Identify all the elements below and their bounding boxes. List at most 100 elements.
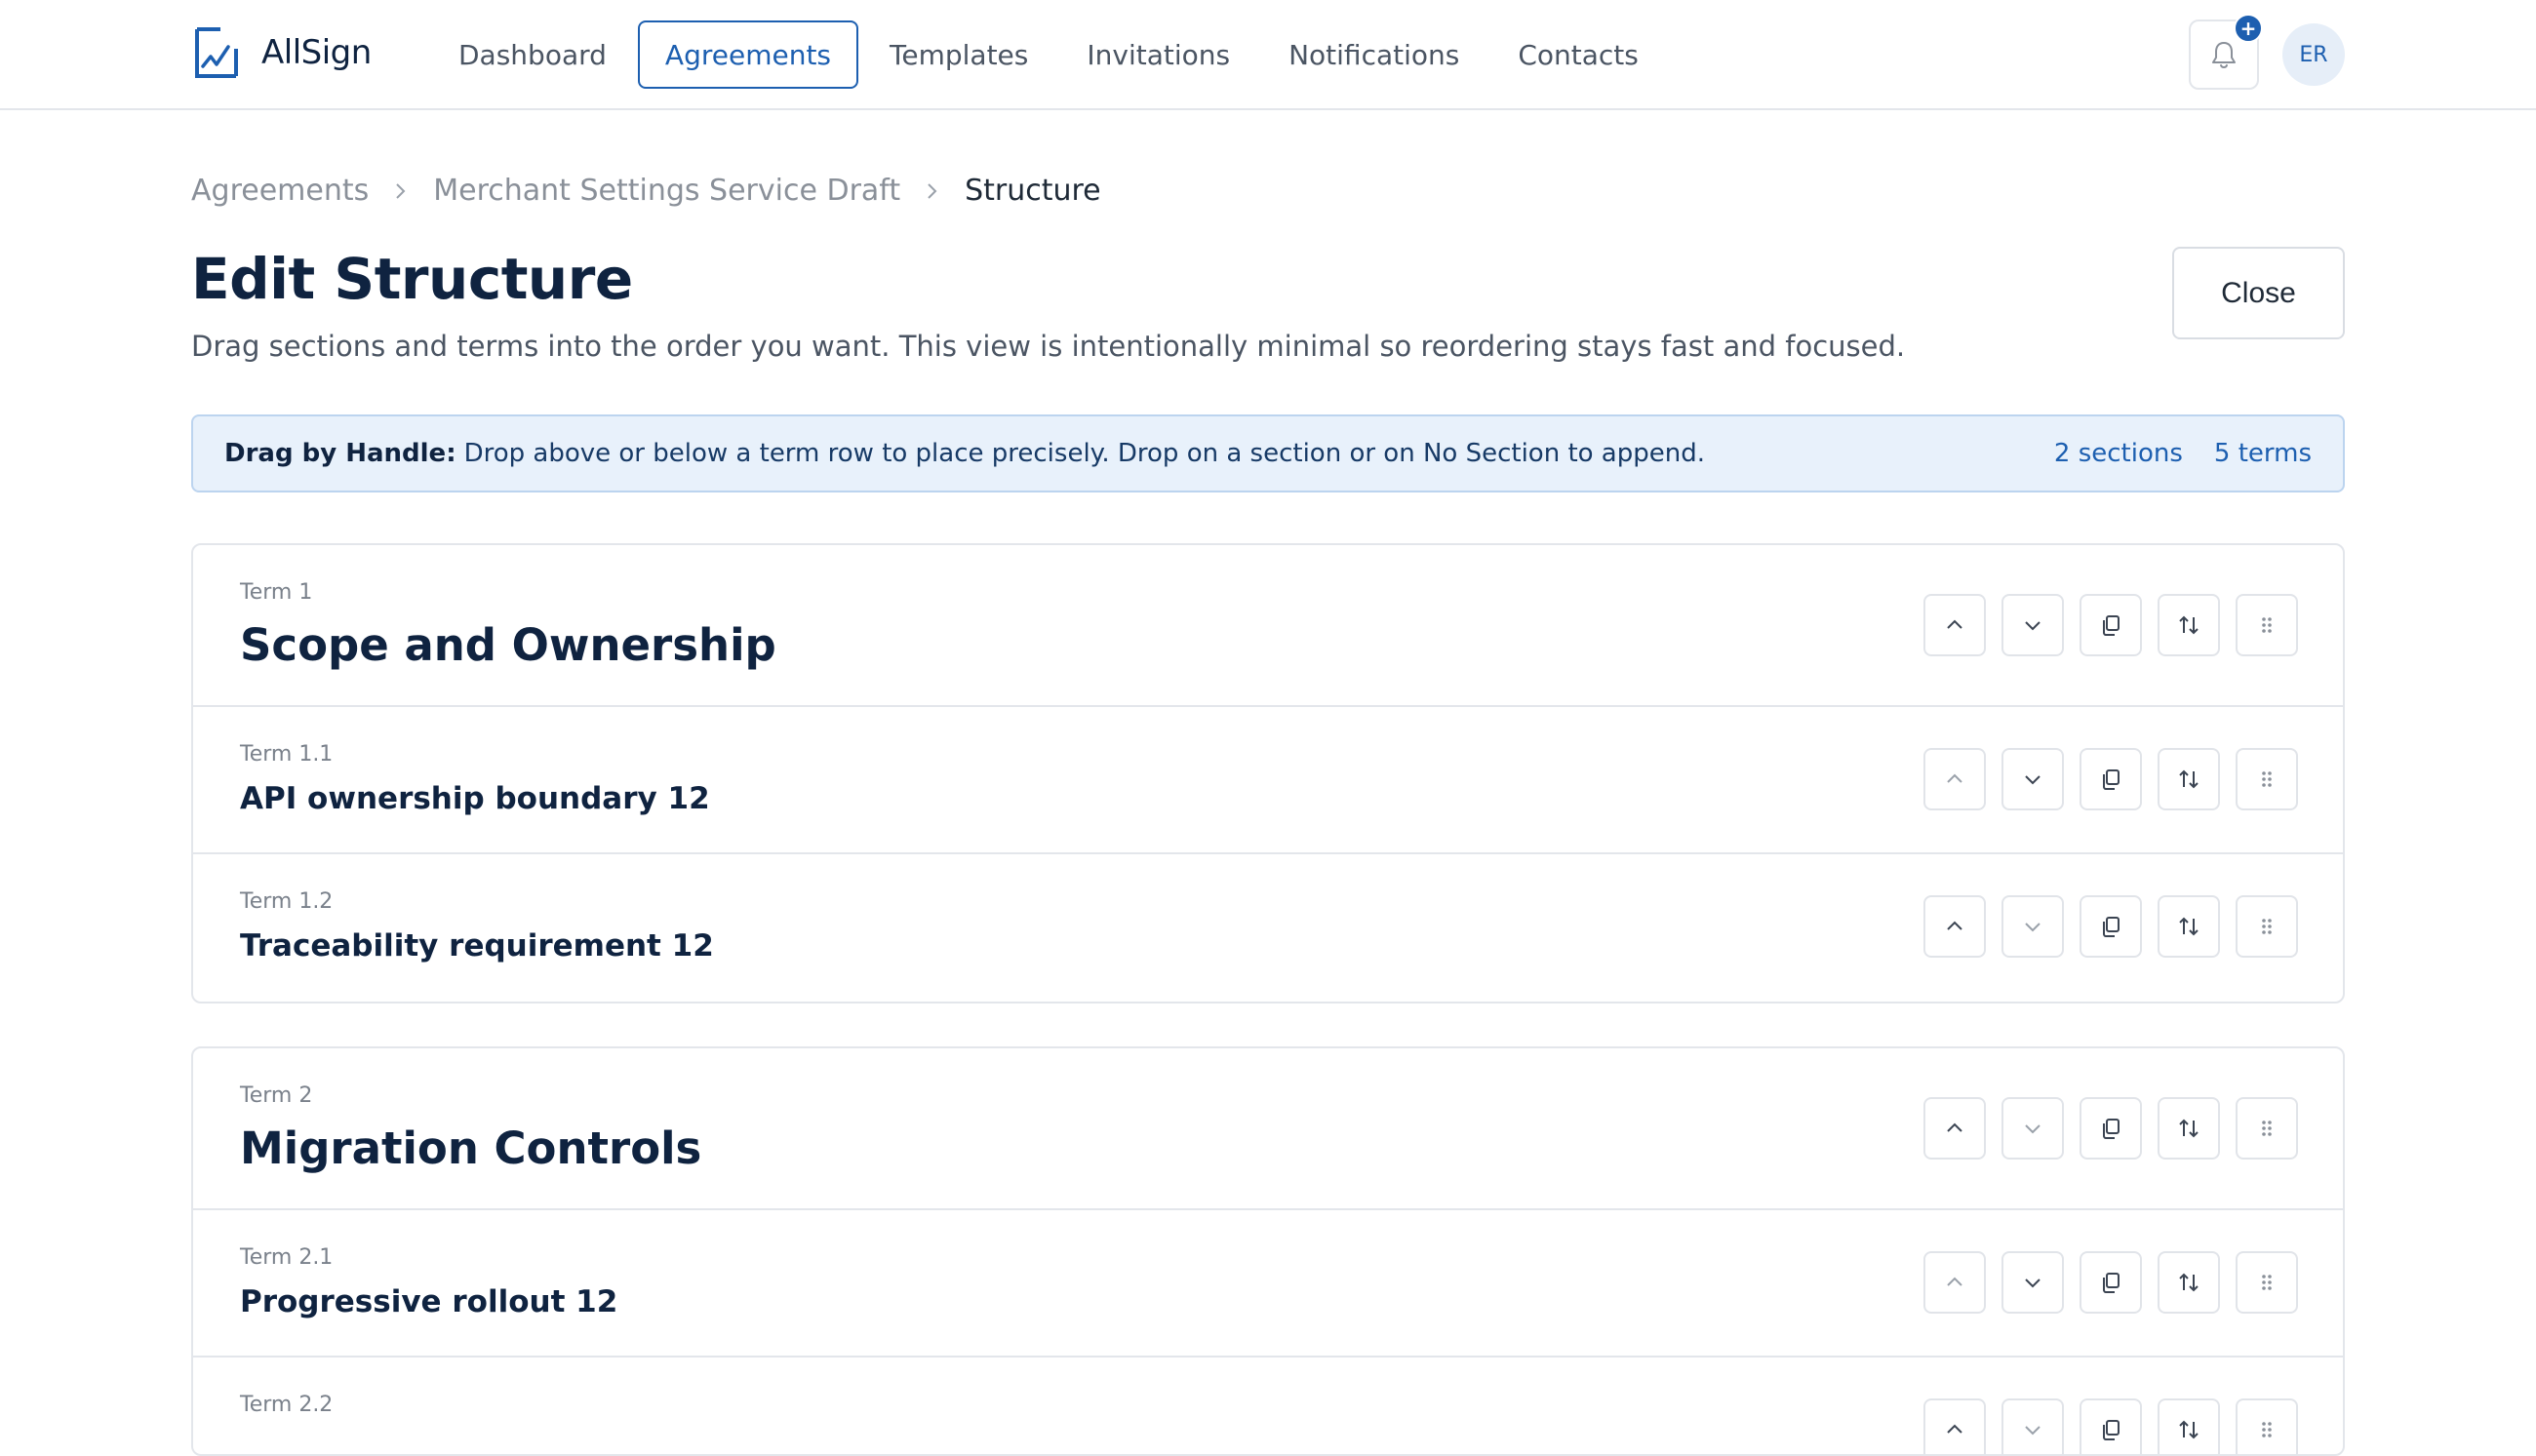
breadcrumb: Agreements Merchant Settings Service Dra… bbox=[191, 174, 1101, 208]
duplicate-button[interactable] bbox=[2080, 748, 2142, 810]
duplicate-button[interactable] bbox=[2080, 1097, 2142, 1160]
bell-icon bbox=[2212, 42, 2236, 69]
term-row: Term 1.2 Traceability requirement 12 bbox=[193, 854, 2343, 1002]
nav-invitations[interactable]: Invitations bbox=[1059, 20, 1257, 89]
drag-handle-icon bbox=[2262, 1422, 2272, 1437]
chevron-up-icon bbox=[1947, 773, 1962, 783]
term-title: API ownership boundary 12 bbox=[240, 781, 710, 816]
top-navigation-bar: AllSign Dashboard Agreements Templates I… bbox=[0, 0, 2536, 110]
close-button[interactable]: Close bbox=[2172, 247, 2345, 339]
breadcrumb-agreement[interactable]: Merchant Settings Service Draft bbox=[433, 174, 900, 208]
move-up-button[interactable] bbox=[1923, 1097, 1986, 1160]
reorder-button[interactable] bbox=[2158, 1398, 2220, 1454]
drag-handle-button[interactable] bbox=[2236, 895, 2298, 958]
chevron-up-icon bbox=[1947, 921, 1962, 930]
term-title: Progressive rollout 12 bbox=[240, 1284, 618, 1319]
move-down-button[interactable] bbox=[2001, 895, 2064, 958]
user-avatar[interactable]: ER bbox=[2282, 23, 2345, 86]
move-down-button[interactable] bbox=[2001, 594, 2064, 656]
drag-handle-button[interactable] bbox=[2236, 1097, 2298, 1160]
move-up-button[interactable] bbox=[1923, 748, 1986, 810]
chevron-right-icon bbox=[924, 180, 941, 202]
move-up-button[interactable] bbox=[1923, 895, 1986, 958]
copy-icon bbox=[2103, 1119, 2120, 1139]
move-down-button[interactable] bbox=[2001, 1097, 2064, 1160]
chevron-up-icon bbox=[1947, 1122, 1962, 1132]
move-down-button[interactable] bbox=[2001, 748, 2064, 810]
nav-dashboard[interactable]: Dashboard bbox=[431, 20, 634, 89]
row-actions bbox=[1908, 1251, 2298, 1314]
drag-handle-icon bbox=[2262, 1121, 2272, 1136]
section-number: Term 1 bbox=[240, 580, 313, 605]
duplicate-button[interactable] bbox=[2080, 594, 2142, 656]
duplicate-button[interactable] bbox=[2080, 1251, 2142, 1314]
chevron-down-icon bbox=[2025, 1279, 2041, 1288]
term-number: Term 1.2 bbox=[240, 889, 334, 914]
copy-icon bbox=[2103, 1273, 2120, 1293]
reorder-button[interactable] bbox=[2158, 1251, 2220, 1314]
page-title: Edit Structure bbox=[191, 246, 633, 312]
drag-handle-icon bbox=[2262, 617, 2272, 633]
swap-vertical-icon bbox=[2179, 769, 2199, 789]
chevron-down-icon bbox=[2025, 1124, 2041, 1134]
move-up-button[interactable] bbox=[1923, 1398, 1986, 1454]
nav-contacts[interactable]: Contacts bbox=[1490, 20, 1666, 89]
row-actions bbox=[1908, 748, 2298, 810]
chevron-up-icon bbox=[1947, 619, 1962, 629]
chevron-right-icon bbox=[392, 180, 410, 202]
term-number: Term 2.1 bbox=[240, 1245, 334, 1270]
move-up-button[interactable] bbox=[1923, 1251, 1986, 1314]
section-row: Term 2 Migration Controls bbox=[193, 1048, 2343, 1210]
nav-notifications[interactable]: Notifications bbox=[1261, 20, 1486, 89]
duplicate-button[interactable] bbox=[2080, 1398, 2142, 1454]
reorder-button[interactable] bbox=[2158, 748, 2220, 810]
term-number: Term 2.2 bbox=[240, 1393, 334, 1417]
move-down-button[interactable] bbox=[2001, 1398, 2064, 1454]
section-card: Term 2 Migration Controls Term 2.1 Progr… bbox=[191, 1046, 2345, 1456]
term-row: Term 2.1 Progressive rollout 12 bbox=[193, 1210, 2343, 1358]
page-subtitle: Drag sections and terms into the order y… bbox=[191, 330, 1906, 363]
drag-handle-button[interactable] bbox=[2236, 1398, 2298, 1454]
app-logo[interactable]: AllSign bbox=[191, 23, 372, 82]
sections-count: 2 sections bbox=[2053, 439, 2183, 468]
chevron-up-icon bbox=[1947, 1277, 1962, 1286]
row-actions bbox=[1908, 1398, 2298, 1454]
drag-handle-button[interactable] bbox=[2236, 748, 2298, 810]
move-down-button[interactable] bbox=[2001, 1251, 2064, 1314]
move-up-button[interactable] bbox=[1923, 594, 1986, 656]
term-number: Term 1.1 bbox=[240, 742, 334, 767]
section-card: Term 1 Scope and Ownership Term 1.1 API … bbox=[191, 543, 2345, 1003]
swap-vertical-icon bbox=[2179, 917, 2199, 936]
copy-icon bbox=[2103, 1420, 2120, 1440]
banner-counts: 2 sections 5 terms bbox=[2023, 439, 2312, 468]
nav-templates[interactable]: Templates bbox=[862, 20, 1055, 89]
term-row: Term 1.1 API ownership boundary 12 bbox=[193, 707, 2343, 854]
drag-handle-button[interactable] bbox=[2236, 1251, 2298, 1314]
duplicate-button[interactable] bbox=[2080, 895, 2142, 958]
section-title: Migration Controls bbox=[240, 1122, 702, 1174]
reorder-button[interactable] bbox=[2158, 895, 2220, 958]
drag-handle-icon bbox=[2262, 771, 2272, 787]
chevron-down-icon bbox=[2025, 775, 2041, 785]
swap-vertical-icon bbox=[2179, 1420, 2199, 1439]
reorder-button[interactable] bbox=[2158, 594, 2220, 656]
drag-handle-icon bbox=[2262, 1275, 2272, 1290]
chevron-down-icon bbox=[2025, 923, 2041, 932]
banner-text: Drop above or below a term row to place … bbox=[463, 439, 1705, 468]
swap-vertical-icon bbox=[2179, 1119, 2199, 1138]
breadcrumb-agreements[interactable]: Agreements bbox=[191, 174, 369, 208]
chevron-down-icon bbox=[2025, 621, 2041, 631]
term-row: Term 2.2 bbox=[193, 1358, 2343, 1454]
breadcrumb-current: Structure bbox=[965, 174, 1101, 208]
drag-handle-button[interactable] bbox=[2236, 594, 2298, 656]
main-nav: Dashboard Agreements Templates Invitatio… bbox=[431, 20, 1670, 89]
nav-agreements[interactable]: Agreements bbox=[637, 20, 859, 89]
row-actions bbox=[1908, 594, 2298, 656]
chevron-down-icon bbox=[2025, 1426, 2041, 1436]
allsign-logo-icon bbox=[195, 27, 238, 78]
swap-vertical-icon bbox=[2179, 1273, 2199, 1292]
section-title: Scope and Ownership bbox=[240, 619, 776, 671]
reorder-button[interactable] bbox=[2158, 1097, 2220, 1160]
terms-count: 5 terms bbox=[2213, 439, 2312, 468]
drag-info-banner: Drag by Handle: Drop above or below a te… bbox=[191, 414, 2345, 492]
